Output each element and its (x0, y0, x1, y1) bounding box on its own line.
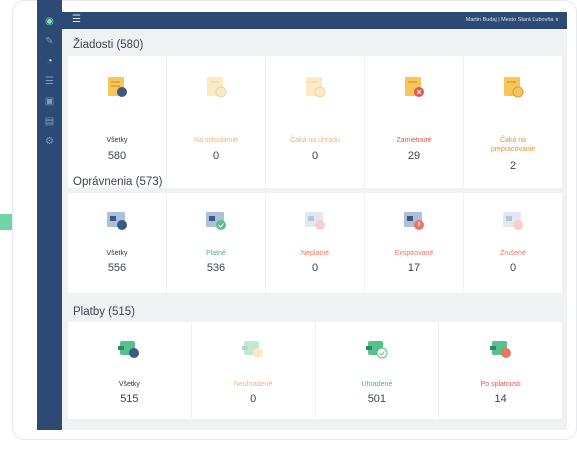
ziadosti-caka-na-uhradu[interactable]: Čaká na úhradu 0 (266, 56, 365, 188)
value: 501 (367, 393, 387, 405)
value: 0 (212, 150, 220, 162)
wallet-unpaid-icon (242, 341, 264, 358)
label: Zamietnuté (396, 137, 432, 144)
permit-expired-icon (404, 212, 424, 230)
label: Po splatnosti (480, 381, 521, 388)
ziadosti-caka-na-prepracovanie[interactable]: Čaká na prepracovanie 2 (464, 56, 562, 188)
label: Platné (206, 250, 226, 257)
application-pending-icon (207, 77, 227, 98)
label: Čaká na úhradu (290, 137, 340, 144)
opravnenia-zrusene[interactable]: Zrušené 0 (464, 193, 562, 293)
label-line-2: prepracovanie (490, 146, 536, 153)
platby-panel: Všetky 515 Neuhradené 0 Uhradené 501 Po … (68, 322, 562, 419)
wallet-icon (118, 341, 140, 358)
section-title-opravnenia: Oprávnenia (573) (73, 176, 163, 188)
opravnenia-vsetky[interactable]: Všetky 556 (68, 193, 167, 293)
permit-icon (107, 212, 127, 230)
value: 0 (311, 262, 319, 274)
value: 556 (107, 262, 127, 274)
wallet-icon[interactable]: ▤ (44, 116, 55, 127)
platby-uhradene[interactable]: Uhradené 501 (316, 322, 440, 419)
permit-cancelled-icon (503, 212, 523, 230)
briefcase-icon[interactable]: ▣ (44, 96, 55, 107)
application-rejected-icon (405, 77, 424, 97)
edit-icon[interactable]: ✎ (44, 36, 55, 47)
label: Zrušené (500, 250, 526, 257)
label: Všetky (118, 381, 140, 388)
value: 580 (107, 150, 127, 162)
wallet-overdue-icon (489, 341, 511, 358)
platby-po-splatnosti[interactable]: Po splatnosti 14 (439, 322, 562, 419)
platby-neuhradene[interactable]: Neuhradené 0 (192, 322, 316, 419)
value: 2 (509, 160, 517, 172)
label: Všetky (106, 250, 128, 257)
label: Neuhradené (233, 381, 273, 388)
dashboard-content: Žiadosti (580) Všetky 580 Na schválenie … (62, 29, 567, 430)
sidebar: ◉ ✎ ◔ ☰ ▣ ▤ ⚙ (37, 0, 62, 430)
ziadosti-zamietnute[interactable]: Zamietnuté 29 (365, 56, 464, 188)
label: Exspirované (394, 250, 434, 257)
gear-icon[interactable]: ⚙ (44, 136, 55, 147)
opravnenia-platne[interactable]: Platné 536 (167, 193, 266, 293)
application-rework-icon (504, 77, 524, 98)
top-bar: ☰ Martin Budaj | Mesto Stará Ľubovňa ∨ (62, 12, 567, 29)
value: 17 (407, 262, 421, 274)
platby-vsetky[interactable]: Všetky 515 (68, 322, 192, 419)
label-line-1: Čaká na (499, 137, 527, 144)
label: Všetky (106, 137, 128, 144)
logo-icon[interactable]: ◉ (44, 16, 55, 27)
label: Neplatné (300, 250, 330, 257)
label: Na schválenie (194, 137, 238, 144)
opravnenia-neplatne[interactable]: Neplatné 0 (266, 193, 365, 293)
value: 0 (311, 150, 319, 162)
permit-invalid-icon (305, 212, 325, 230)
value: 536 (206, 262, 226, 274)
label: Uhradené (361, 381, 393, 388)
permit-valid-icon (206, 212, 226, 230)
value: 0 (509, 262, 517, 274)
value: 29 (407, 150, 421, 162)
section-title-platby: Platby (515) (73, 306, 136, 318)
section-title-ziadosti: Žiadosti (580) (73, 39, 144, 51)
ziadosti-panel: Všetky 580 Na schválenie 0 Čaká na úhrad… (68, 56, 562, 188)
ziadosti-vsetky[interactable]: Všetky 580 (68, 56, 167, 188)
value: 0 (250, 393, 257, 405)
opravnenia-exspirovane[interactable]: Exspirované 17 (365, 193, 464, 293)
dashboard-icon[interactable]: ◔ (44, 56, 55, 67)
value: 14 (494, 393, 507, 405)
menu-expand-icon[interactable]: ☰ (72, 14, 81, 26)
value: 515 (120, 393, 139, 405)
ziadosti-na-schvalenie[interactable]: Na schválenie 0 (167, 56, 266, 188)
user-menu[interactable]: Martin Budaj | Mesto Stará Ľubovňa ∨ (466, 16, 559, 25)
application-payment-icon (306, 77, 326, 98)
application-icon (108, 77, 127, 97)
list-icon[interactable]: ☰ (44, 76, 55, 87)
opravnenia-panel: Všetky 556 Platné 536 Neplatné 0 Exspiro… (68, 193, 562, 293)
wallet-paid-icon (365, 341, 388, 359)
